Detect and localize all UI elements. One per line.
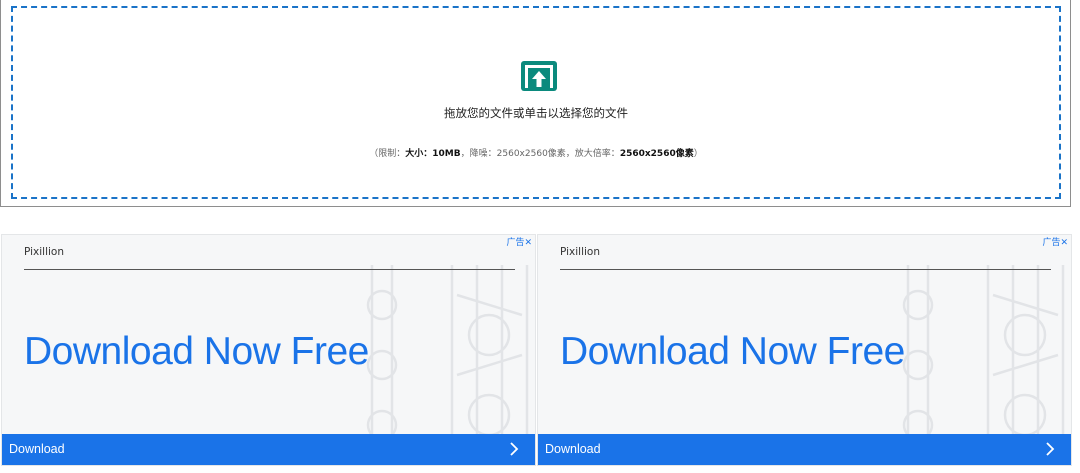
ad-badge-label: 广告 <box>1042 238 1061 248</box>
minres-label: 降噪： <box>469 149 497 159</box>
size-value: 10MB <box>432 149 461 159</box>
upload-instruction: 拖放您的文件或单击以选择您的文件 <box>444 106 628 120</box>
ad-divider <box>560 269 1051 270</box>
limits-prefix: （限制： <box>369 149 406 159</box>
maxres-value: 2560x2560像素 <box>619 149 694 159</box>
upload-limits: （限制：大小：10MB，降噪：2560x2560像素，放大倍率：2560x256… <box>13 146 1059 159</box>
ad-banner[interactable]: Pixillion 广告✕ Download Now Free Download <box>1 234 536 466</box>
ad-cta-label: Download <box>545 442 601 456</box>
size-label: 大小： <box>405 149 433 159</box>
close-icon[interactable]: ✕ <box>1060 238 1068 248</box>
ad-choices-badge[interactable]: 广告✕ <box>506 237 532 249</box>
ad-download-button[interactable]: Download <box>538 434 1071 465</box>
chevron-right-icon <box>1046 442 1055 456</box>
ad-headline[interactable]: Download Now Free <box>24 330 369 374</box>
limits-suffix: ） <box>693 149 703 159</box>
ad-divider <box>24 269 515 270</box>
ad-badge-label: 广告 <box>506 238 525 248</box>
upload-panel: 拖放您的文件或单击以选择您的文件 （限制：大小：10MB，降噪：2560x256… <box>0 0 1071 207</box>
minres-value: 2560x2560像素 <box>496 149 566 159</box>
ad-download-button[interactable]: Download <box>2 434 535 465</box>
limits-separator-1: ， <box>460 149 470 159</box>
ad-headline[interactable]: Download Now Free <box>560 330 905 374</box>
ad-brand-name: Pixillion <box>24 246 64 258</box>
ad-banner[interactable]: Pixillion 广告✕ Download Now Free Download <box>537 234 1072 466</box>
ad-brand-name: Pixillion <box>560 246 600 258</box>
file-dropzone[interactable]: 拖放您的文件或单击以选择您的文件 （限制：大小：10MB，降噪：2560x256… <box>11 6 1061 199</box>
ad-cta-label: Download <box>9 442 65 456</box>
close-icon[interactable]: ✕ <box>524 238 532 248</box>
limits-separator-2: ，放大倍率： <box>565 149 620 159</box>
upload-icon <box>521 61 557 91</box>
ad-choices-badge[interactable]: 广告✕ <box>1042 237 1068 249</box>
chevron-right-icon <box>510 442 519 456</box>
